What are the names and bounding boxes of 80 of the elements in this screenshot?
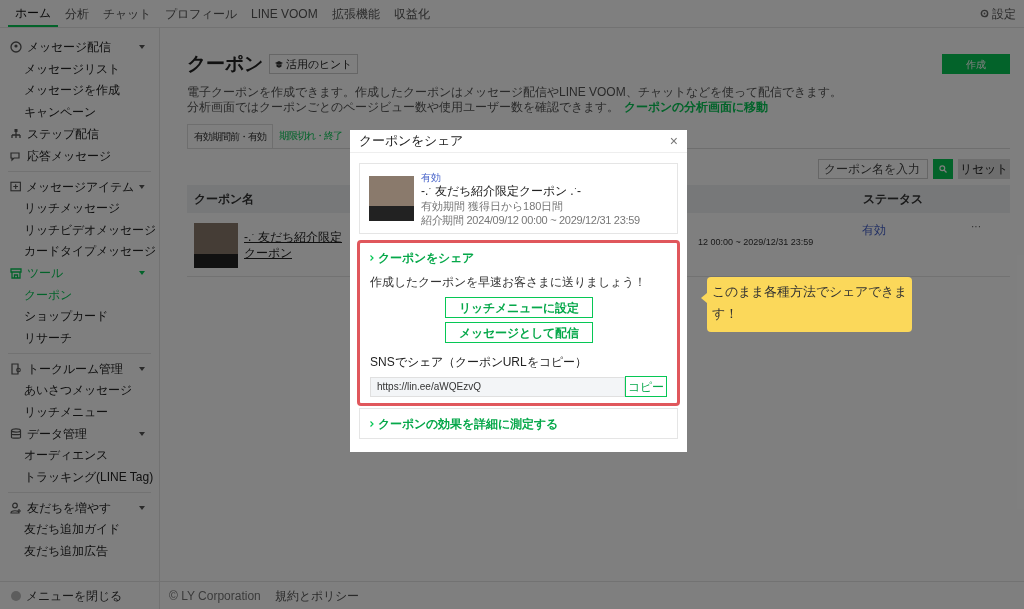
chat-bubble-icon	[10, 149, 22, 162]
sidebar-item[interactable]: あいさつメッセージ	[0, 379, 159, 401]
dialog-title: クーポンをシェア	[359, 132, 463, 151]
sidebar-item[interactable]: メッセージを作成	[0, 79, 159, 101]
sidebar-item[interactable]: リッチメッセージ	[0, 197, 159, 219]
storefront-icon	[10, 267, 22, 279]
validity-text: 有効期間 獲得日から180日間	[421, 198, 565, 213]
photo-placeholder	[369, 176, 414, 221]
search-field[interactable]: クーポン名を入力	[818, 158, 928, 179]
instruction-text: 作成したクーポンを早速お客さまに送りましょう！	[370, 274, 647, 291]
sidebar-item[interactable]: キャンペーン	[0, 101, 159, 123]
hierarchy-icon	[10, 127, 22, 140]
copy-button[interactable]: コピー	[625, 376, 667, 397]
coupon-name: -.ˑ 友だち紹介限定クーポン .ˑ-	[421, 183, 582, 199]
sidebar-group[interactable]: ステップ配信	[27, 124, 145, 143]
hint-button[interactable]: 活用のヒント	[269, 54, 358, 75]
status-text: 有効	[862, 221, 886, 239]
action-button[interactable]: メッセージとして配信	[444, 322, 593, 343]
caret-icon[interactable]	[139, 505, 145, 510]
nav-tab[interactable]: 分析	[58, 0, 96, 27]
status-text: 有効	[421, 170, 442, 184]
sidebar-item[interactable]: トラッキング(LINE Tag)	[0, 466, 159, 488]
plus-square-icon	[10, 180, 22, 193]
add-person-icon	[10, 501, 22, 514]
url-field[interactable]: https://lin.ee/aWQEzvQ	[370, 376, 625, 397]
caret-icon[interactable]	[139, 184, 145, 189]
caret-icon[interactable]	[139, 366, 145, 371]
policy-link[interactable]: 規約とポリシー	[274, 586, 359, 605]
sidebar-group[interactable]: メッセージアイテム	[26, 177, 135, 196]
column-header: クーポン名	[194, 191, 254, 206]
sns-label: SNSでシェア（クーポンURLをコピー）	[370, 354, 588, 371]
nav-tab[interactable]: LINE VOOM	[244, 0, 325, 27]
caret-icon[interactable]	[139, 431, 145, 436]
settings-link[interactable]: 設定	[992, 4, 1016, 23]
graduation-cap-icon	[275, 60, 283, 68]
reset-button[interactable]: リセット	[958, 158, 1010, 179]
sidebar-group[interactable]: トークルーム管理	[27, 359, 134, 378]
door-icon	[10, 362, 22, 375]
nav-tab[interactable]: 拡張機能	[324, 0, 387, 27]
sidebar-group[interactable]: 友だちを増やす	[27, 498, 134, 517]
table-cell: 12 00:00 ~ 2029/12/31 23:59	[698, 236, 814, 247]
sidebar-group[interactable]: データ管理	[27, 424, 134, 443]
sidebar-item[interactable]: リッチメニュー	[0, 401, 159, 423]
page-title: クーポン	[187, 52, 263, 76]
pin-icon	[10, 41, 22, 53]
description-text: 分析画面ではクーポンごとのページビュー数や使用ユーザー数を確認できます。	[187, 99, 619, 115]
nav-tab[interactable]: プロフィール	[158, 0, 244, 27]
close-button[interactable]: ×	[669, 134, 678, 148]
close-menu-link[interactable]: メニューを閉じる	[26, 586, 122, 605]
nav-tab[interactable]: チャット	[96, 0, 158, 27]
section-heading[interactable]: クーポンをシェア	[378, 249, 474, 267]
nav-tab[interactable]: ホーム	[8, 0, 58, 27]
action-button[interactable]: リッチメニューに設定	[444, 297, 593, 318]
sidebar-item[interactable]: リサーチ	[0, 327, 159, 349]
more-menu[interactable]: ···	[971, 218, 981, 234]
chevron-right-icon	[370, 255, 374, 261]
search-icon	[939, 164, 947, 173]
measure-link[interactable]: クーポンの効果を詳細に測定する	[378, 414, 558, 433]
photo-placeholder	[194, 222, 238, 268]
database-icon	[10, 427, 22, 440]
chevron-right-icon	[370, 420, 374, 427]
sidebar-group[interactable]: 応答メッセージ	[27, 146, 145, 165]
copyright-text: © LY Corporation	[169, 587, 261, 605]
sidebar-item[interactable]: リッチビデオメッセージ	[0, 219, 159, 241]
sidebar-item[interactable]: メッセージリスト	[0, 58, 159, 80]
sidebar-item[interactable]: カードタイプメッセージ	[0, 240, 159, 262]
sidebar-item[interactable]: ショップカード	[0, 305, 159, 327]
coupon-name-link[interactable]: -.ˑ 友だち紹介限定クーポン	[244, 228, 348, 261]
column-header: ステータス	[863, 190, 923, 208]
description-text: 電子クーポンを作成できます。作成したクーポンはメッセージ配信やLINE VOOM、チャットなどを使って配信できます。	[187, 84, 843, 100]
callout-text: このまま各種方法でシェアできます！	[712, 284, 907, 321]
caret-icon[interactable]	[139, 45, 145, 49]
sidebar-item[interactable]: オーディエンス	[0, 444, 159, 466]
sidebar-group[interactable]: メッセージ配信	[27, 38, 134, 56]
nav-tab[interactable]: 収益化	[386, 0, 437, 27]
sidebar-item[interactable]: 友だち追加広告	[0, 540, 159, 562]
content-tab[interactable]: 有効期間前・有効	[187, 123, 273, 148]
sidebar-item[interactable]: 友だち追加ガイド	[0, 518, 159, 540]
period-text: 紹介期間 2024/09/12 00:00 ~ 2029/12/31 23:59	[421, 212, 640, 227]
settings-icon[interactable]	[980, 9, 989, 18]
